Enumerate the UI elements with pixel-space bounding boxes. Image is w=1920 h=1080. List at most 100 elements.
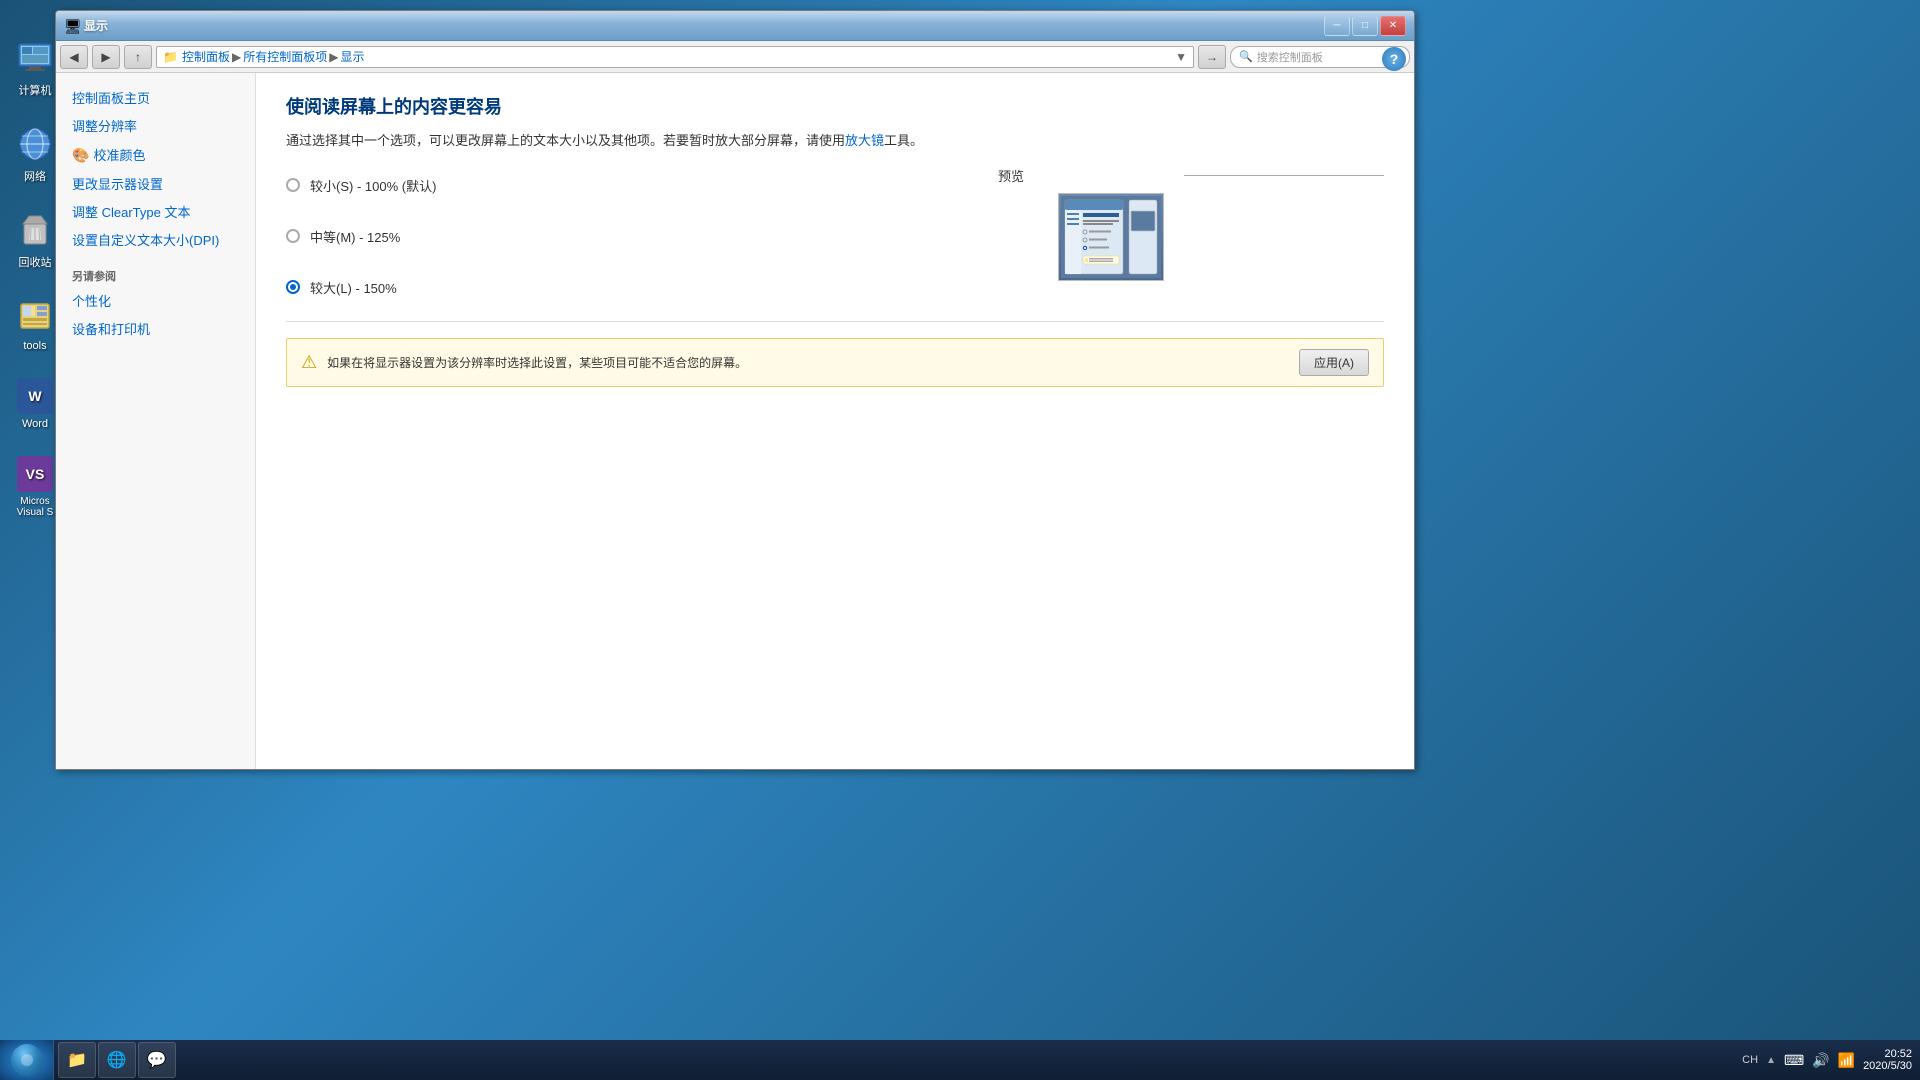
sidebar-section-label: 另请参阅 <box>56 256 255 288</box>
clock-time: 20:52 <box>1863 1048 1912 1060</box>
word-icon: W <box>17 378 53 414</box>
options-preview-area: 较小(S) - 100% (默认) 中等(M) - 125% 较大(L) - 1… <box>286 176 1384 297</box>
tools-icon <box>15 296 55 336</box>
warning-text: 如果在将显示器设置为该分辨率时选择此设置，某些项目可能不适合您的屏幕。 <box>327 354 1289 371</box>
radio-large[interactable] <box>286 280 300 294</box>
option-medium-label: 中等(M) - 125% <box>310 227 400 246</box>
sidebar-item-monitor[interactable]: 更改显示器设置 <box>56 171 255 199</box>
option-small-label: 较小(S) - 100% (默认) <box>310 176 436 195</box>
address-dropdown-icon[interactable]: ▼ <box>1175 50 1187 64</box>
desktop: 计算机 网络 <box>0 0 1920 1080</box>
page-description: 通过选择其中一个选项，可以更改屏幕上的文本大小以及其他项。若要暂时放大部分屏幕，… <box>286 131 1384 152</box>
address-bar: ◀ ▶ ↑ 📁 控制面板 ▶ 所有控制面板项 ▶ 显示 ▼ → 🔍 搜索控制面板 <box>56 41 1414 73</box>
forward-button[interactable]: ▶ <box>92 45 120 69</box>
taskbar-app-app3[interactable]: 💬 <box>138 1042 176 1078</box>
option-small[interactable]: 较小(S) - 100% (默认) <box>286 176 958 195</box>
divider <box>286 321 1384 322</box>
clock-date: 2020/5/30 <box>1863 1060 1912 1072</box>
title-bar: 🖥 显示 ─ □ ✕ <box>56 11 1414 41</box>
warning-bar: ⚠ 如果在将显示器设置为该分辨率时选择此设置，某些项目可能不适合您的屏幕。 应用… <box>286 338 1384 387</box>
preview-image: ⚠ <box>1058 193 1164 281</box>
taskbar-apps: 📁 🌐 💬 <box>54 1040 180 1080</box>
start-button[interactable] <box>0 1040 54 1080</box>
keyboard-layout-indicator[interactable]: CH <box>1742 1054 1758 1066</box>
recycle-icon <box>15 210 55 250</box>
maximize-button[interactable]: □ <box>1352 16 1378 36</box>
sidebar-item-cleartype[interactable]: 调整 ClearType 文本 <box>56 199 255 227</box>
back-button[interactable]: ◀ <box>60 45 88 69</box>
browser-icon: 🌐 <box>107 1050 127 1070</box>
taskbar-right: CH ▲ ⌨ 🔊 📶 20:52 2020/5/30 <box>1742 1048 1920 1072</box>
taskbar-app-browser[interactable]: 🌐 <box>98 1042 136 1078</box>
sidebar-item-color[interactable]: 🎨 校准颜色 <box>56 141 255 171</box>
refresh-button[interactable]: → <box>1198 45 1226 69</box>
page-title: 使阅读屏幕上的内容更容易 <box>286 93 1384 119</box>
main-content: 使阅读屏幕上的内容更容易 通过选择其中一个选项，可以更改屏幕上的文本大小以及其他… <box>256 73 1414 769</box>
calibrate-color-icon: 🎨 <box>72 146 89 166</box>
sidebar-item-dpi[interactable]: 设置自定义文本大小(DPI) <box>56 227 255 255</box>
sidebar-item-label: 控制面板主页 <box>72 90 150 108</box>
control-panel-window: 🖥 显示 ─ □ ✕ ◀ ▶ ↑ 📁 控制面板 ▶ 所有控制面板项 ▶ 显示 <box>55 10 1415 770</box>
volume-icon[interactable]: 🔊 <box>1812 1052 1829 1069</box>
desc-text-after-link: 工具。 <box>884 133 923 148</box>
option-large[interactable]: 较大(L) - 150% <box>286 278 958 297</box>
svg-text:⚠: ⚠ <box>1084 257 1089 263</box>
sidebar-item-label: 更改显示器设置 <box>72 176 163 194</box>
sidebar-item-label: 个性化 <box>72 293 111 311</box>
sidebar-item-label: 调整 ClearType 文本 <box>72 204 190 222</box>
help-button[interactable]: ? <box>1382 47 1406 71</box>
sidebar-item-label: 校准颜色 <box>93 147 145 165</box>
warning-icon: ⚠ <box>301 352 317 373</box>
sidebar: 控制面板主页 调整分辨率 🎨 校准颜色 更改显示器设置 调整 ClearType… <box>56 73 256 769</box>
keyboard-icon: ⌨ <box>1784 1052 1804 1069</box>
sidebar-item-resolution[interactable]: 调整分辨率 <box>56 113 255 141</box>
expand-tray-button[interactable]: ▲ <box>1766 1055 1776 1066</box>
app3-icon: 💬 <box>147 1050 167 1070</box>
taskbar-clock[interactable]: 20:52 2020/5/30 <box>1863 1048 1912 1072</box>
radio-small[interactable] <box>286 178 300 192</box>
sidebar-item-devices[interactable]: 设备和打印机 <box>56 316 255 344</box>
options-list: 较小(S) - 100% (默认) 中等(M) - 125% 较大(L) - 1… <box>286 176 958 297</box>
breadcrumb-item-controlpanel[interactable]: 控制面板 <box>182 48 230 65</box>
sidebar-item-label: 设置自定义文本大小(DPI) <box>72 232 219 250</box>
breadcrumb-item-display[interactable]: 显示 <box>340 48 364 65</box>
close-button[interactable]: ✕ <box>1380 16 1406 36</box>
sidebar-item-home[interactable]: 控制面板主页 <box>56 85 255 113</box>
preview-label: 预览 <box>998 166 1024 185</box>
taskbar-app-explorer[interactable]: 📁 <box>58 1042 96 1078</box>
option-medium[interactable]: 中等(M) - 125% <box>286 227 958 246</box>
minimize-button[interactable]: ─ <box>1324 16 1350 36</box>
desktop-icon-label: 回收站 <box>19 254 52 270</box>
up-button[interactable]: ↑ <box>124 45 152 69</box>
vs-icon: VS <box>17 456 53 492</box>
desc-text-before-link: 通过选择其中一个选项，可以更改屏幕上的文本大小以及其他项。若要暂时放大部分屏幕，… <box>286 133 845 148</box>
folder-icon: 📁 <box>163 50 178 64</box>
breadcrumb: 控制面板 ▶ 所有控制面板项 ▶ 显示 <box>182 48 1171 65</box>
apply-button[interactable]: 应用(A) <box>1299 349 1369 376</box>
sidebar-item-label: 设备和打印机 <box>72 321 150 339</box>
desktop-icon-label: tools <box>23 340 46 352</box>
explorer-icon: 📁 <box>67 1050 87 1070</box>
search-placeholder: 搜索控制面板 <box>1257 49 1323 65</box>
preview-area: 预览 <box>998 166 1384 281</box>
window-icon: 🖥 <box>64 18 80 34</box>
radio-medium[interactable] <box>286 229 300 243</box>
computer-icon <box>15 38 55 78</box>
option-large-label: 较大(L) - 150% <box>310 278 397 297</box>
breadcrumb-item-all[interactable]: 所有控制面板项 <box>243 48 327 65</box>
sidebar-item-personalize[interactable]: 个性化 <box>56 288 255 316</box>
taskbar: 📁 🌐 💬 CH ▲ ⌨ 🔊 📶 20:52 2020/5/30 <box>0 1040 1920 1080</box>
address-input[interactable]: 📁 控制面板 ▶ 所有控制面板项 ▶ 显示 ▼ <box>156 46 1194 68</box>
window-body: 控制面板主页 调整分辨率 🎨 校准颜色 更改显示器设置 调整 ClearType… <box>56 73 1414 769</box>
desktop-icon-label: MicrosVisual S <box>17 496 54 518</box>
start-orb <box>11 1044 43 1076</box>
window-title: 显示 <box>84 17 1320 34</box>
sidebar-item-label: 调整分辨率 <box>72 118 137 136</box>
magnifier-link[interactable]: 放大镜 <box>845 133 884 148</box>
desktop-icon-label: 网络 <box>24 168 46 184</box>
desktop-icon-label: Word <box>22 418 48 430</box>
network-icon <box>15 124 55 164</box>
desktop-icon-label: 计算机 <box>19 82 52 98</box>
network-icon[interactable]: 📶 <box>1838 1052 1855 1069</box>
search-icon: 🔍 <box>1239 50 1253 63</box>
